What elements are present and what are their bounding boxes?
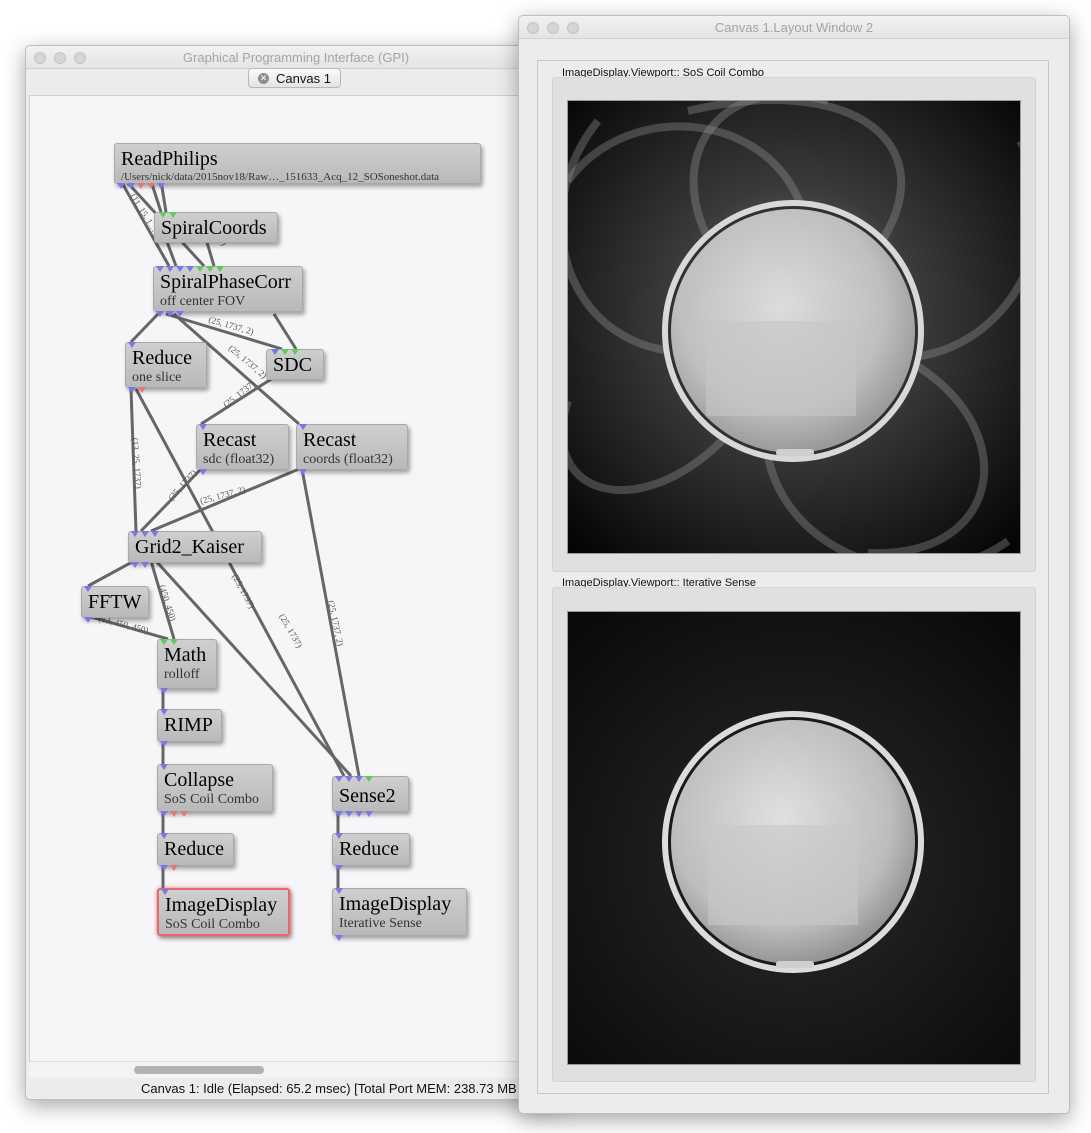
- node-spiralcoords[interactable]: SpiralCoords: [154, 212, 278, 243]
- node-subtitle: Iterative Sense: [339, 916, 422, 931]
- output-port[interactable]: [199, 469, 207, 475]
- output-port[interactable]: [335, 935, 343, 941]
- node-subtitle: coords (float32): [303, 452, 393, 467]
- node-imagedisplay-sos[interactable]: ImageDisplay SoS Coil Combo: [157, 888, 290, 936]
- output-port[interactable]: [131, 562, 139, 568]
- node-spiralphasecorr[interactable]: SpiralPhaseCorr off center FOV: [153, 266, 303, 317]
- output-port[interactable]: [160, 741, 168, 747]
- node-title: ImageDisplay: [339, 893, 452, 915]
- tab-label: Canvas 1: [276, 71, 331, 86]
- input-port[interactable]: [365, 776, 373, 782]
- node-sdc[interactable]: SDC: [266, 349, 324, 380]
- output-port[interactable]: [127, 183, 135, 189]
- node-title: Reduce: [339, 838, 399, 860]
- node-reduce-left[interactable]: Reduce: [157, 833, 234, 871]
- output-port[interactable]: [117, 183, 125, 189]
- mri-image-iterative: [568, 612, 1020, 1064]
- input-port[interactable]: [345, 776, 353, 782]
- output-port[interactable]: [335, 865, 343, 871]
- node-title: Sense2: [339, 785, 396, 807]
- output-port[interactable]: [137, 183, 145, 189]
- output-port[interactable]: [345, 811, 353, 817]
- node-title: Recast: [203, 429, 257, 451]
- node-title: ImageDisplay: [165, 894, 278, 916]
- node-title: ReadPhilips: [121, 148, 218, 170]
- horizontal-scrollbar[interactable]: [29, 1061, 566, 1078]
- gpi-window-title: Graphical Programming Interface (GPI): [182, 50, 410, 65]
- layout-window-title: Canvas 1.Layout Window 2: [714, 20, 874, 35]
- node-rimp[interactable]: RIMP: [157, 709, 222, 747]
- output-port[interactable]: [84, 617, 92, 623]
- output-port[interactable]: [141, 562, 149, 568]
- output-port[interactable]: [160, 811, 168, 817]
- node-fftw[interactable]: FFTW: [81, 586, 149, 623]
- layout-titlebar[interactable]: Canvas 1.Layout Window 2: [519, 16, 1069, 39]
- network-canvas[interactable]: [29, 95, 566, 1062]
- output-port[interactable]: [157, 183, 165, 189]
- node-subtitle: sdc (float32): [203, 452, 275, 467]
- output-port[interactable]: [335, 811, 343, 817]
- output-port[interactable]: [180, 811, 188, 817]
- status-bar: Canvas 1: Idle (Elapsed: 65.2 msec) [Tot…: [141, 1081, 521, 1096]
- node-title: Math: [164, 644, 207, 666]
- output-port[interactable]: [160, 865, 168, 871]
- node-collapse[interactable]: Collapse SoS Coil Combo: [157, 764, 273, 817]
- node-subtitle: SoS Coil Combo: [164, 792, 259, 807]
- output-port[interactable]: [176, 311, 184, 317]
- node-recast-coords[interactable]: Recast coords (float32): [296, 424, 408, 475]
- output-port[interactable]: [147, 183, 155, 189]
- node-title: SDC: [273, 354, 312, 376]
- scrollbar-thumb[interactable]: [134, 1066, 264, 1074]
- image-viewport-sos[interactable]: [567, 100, 1021, 554]
- output-port[interactable]: [365, 811, 373, 817]
- output-port[interactable]: [160, 688, 168, 694]
- node-imagedisplay-iterative[interactable]: ImageDisplay Iterative Sense: [332, 888, 467, 941]
- node-title: Reduce: [132, 347, 192, 369]
- node-math[interactable]: Math rolloff: [157, 639, 217, 694]
- output-port[interactable]: [138, 387, 146, 393]
- node-title: SpiralPhaseCorr: [160, 271, 292, 293]
- output-port[interactable]: [170, 811, 178, 817]
- node-reduce-right[interactable]: Reduce: [332, 833, 410, 871]
- input-port[interactable]: [335, 776, 343, 782]
- node-title: SpiralCoords: [161, 217, 267, 239]
- node-subtitle: SoS Coil Combo: [165, 917, 260, 932]
- layout-window: Canvas 1.Layout Window 2 ImageDisplay.Vi…: [518, 15, 1070, 1114]
- output-port[interactable]: [128, 387, 136, 393]
- node-recast-sdc[interactable]: Recast sdc (float32): [196, 424, 289, 475]
- node-readphilips[interactable]: ReadPhilips /Users/nick/data/2015nov18/R…: [114, 143, 481, 189]
- node-reduce-one-slice[interactable]: Reduce one slice: [125, 342, 207, 393]
- gpi-titlebar[interactable]: Graphical Programming Interface (GPI): [26, 46, 566, 69]
- node-subtitle: /Users/nick/data/2015nov18/Raw…_151633_A…: [121, 171, 440, 183]
- node-title: Reduce: [164, 838, 224, 860]
- image-viewport-iterative[interactable]: [567, 611, 1021, 1065]
- output-port[interactable]: [299, 469, 307, 475]
- node-subtitle: off center FOV: [160, 294, 246, 309]
- tab-canvas-1[interactable]: ✕ Canvas 1: [248, 68, 341, 88]
- output-port[interactable]: [170, 865, 178, 871]
- node-title: Grid2_Kaiser: [135, 536, 244, 558]
- mri-image-swirl: [568, 101, 1020, 553]
- node-sense2[interactable]: Sense2: [332, 776, 409, 817]
- output-port[interactable]: [166, 311, 174, 317]
- node-subtitle: rolloff: [164, 667, 200, 682]
- node-subtitle: one slice: [132, 370, 182, 385]
- node-grid2-kaiser[interactable]: Grid2_Kaiser: [128, 531, 262, 568]
- node-title: Recast: [303, 429, 357, 451]
- node-title: RIMP: [164, 714, 213, 736]
- output-port[interactable]: [355, 811, 363, 817]
- input-port[interactable]: [355, 776, 363, 782]
- node-title: Collapse: [164, 769, 234, 791]
- close-tab-icon[interactable]: ✕: [258, 73, 269, 84]
- node-title: FFTW: [88, 591, 142, 613]
- output-port[interactable]: [156, 311, 164, 317]
- gpi-window: Graphical Programming Interface (GPI) ✕ …: [25, 45, 567, 1100]
